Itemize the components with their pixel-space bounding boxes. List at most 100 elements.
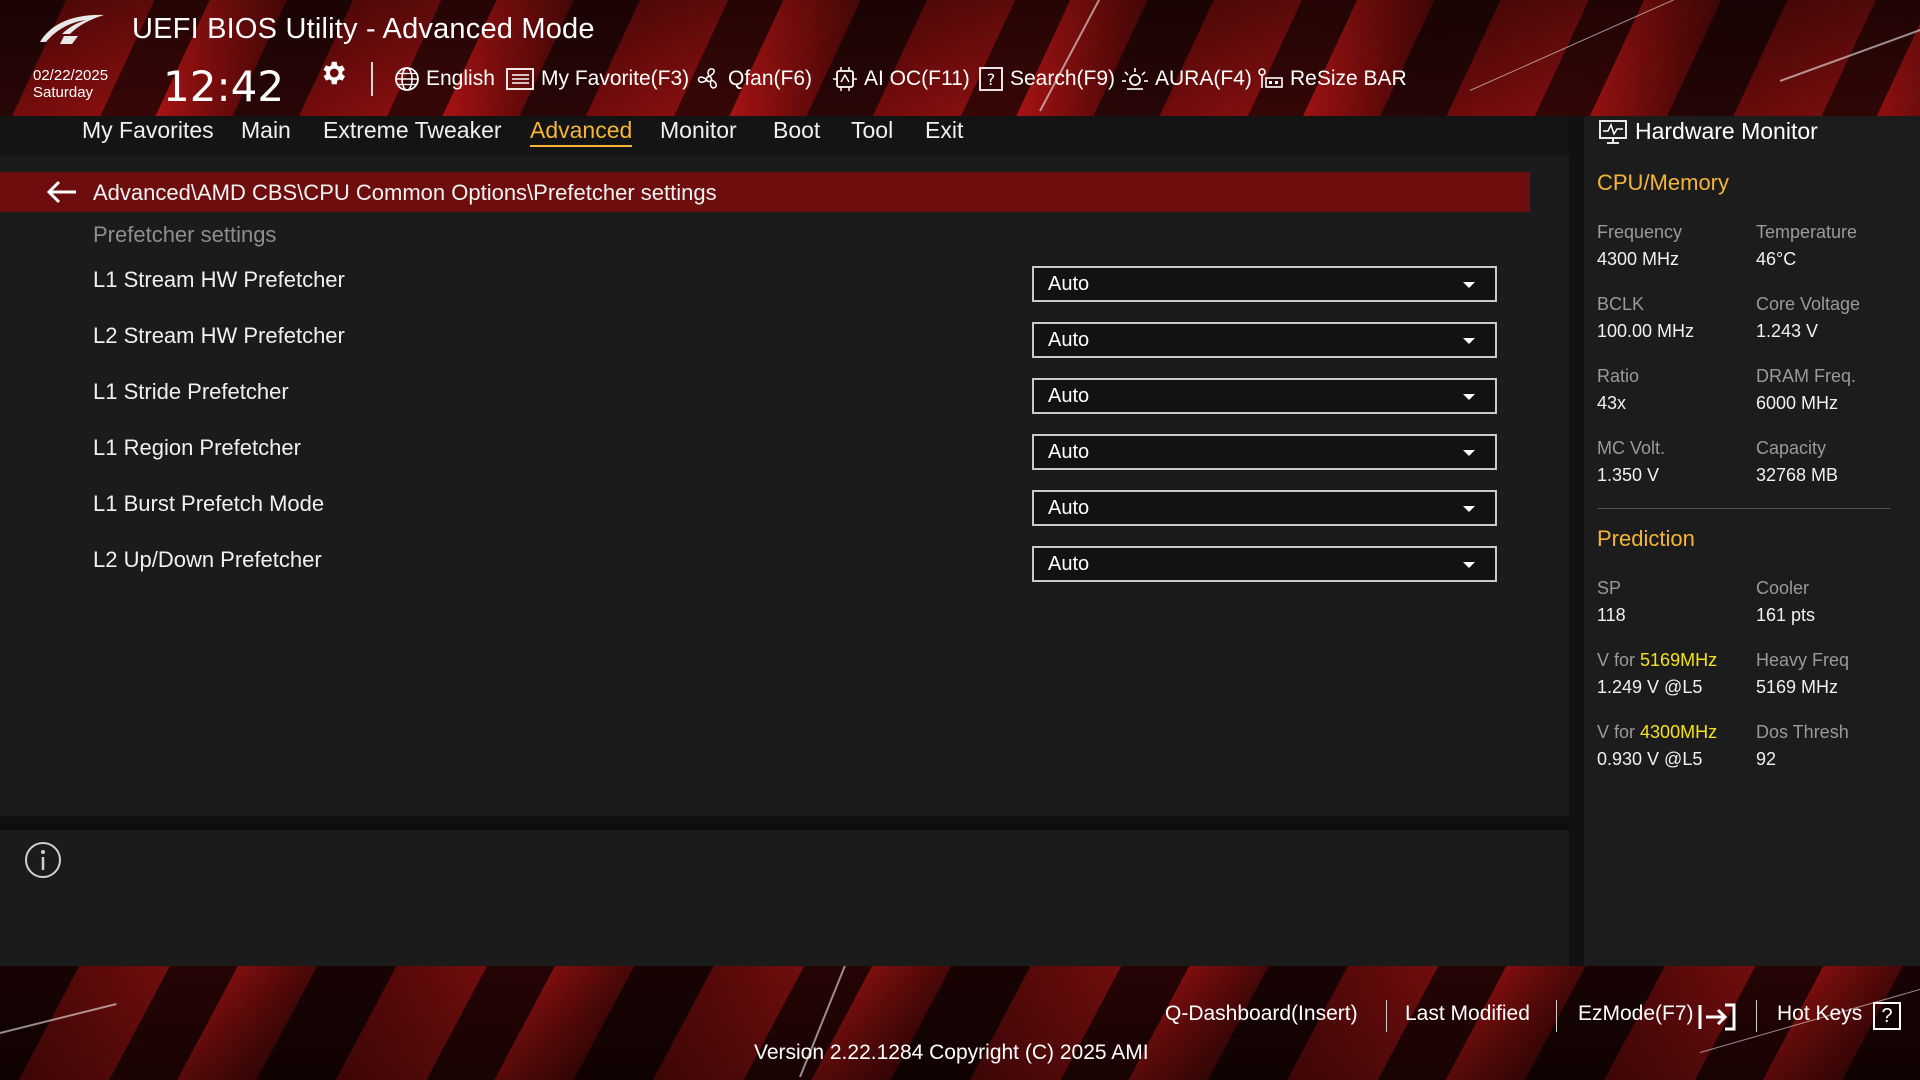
aura-light-icon (1122, 68, 1148, 90)
ratio-label: Ratio (1597, 366, 1640, 386)
tab-my-favorites[interactable]: My Favorites (82, 117, 214, 144)
v-for-freq-2: 4300MHz (1640, 722, 1718, 742)
cooler-value: 161 pts (1756, 605, 1816, 625)
option-label-l2-stream-hw[interactable]: L2 Stream HW Prefetcher (93, 323, 345, 349)
option-label-l2-updown[interactable]: L2 Up/Down Prefetcher (93, 547, 322, 573)
dram-freq-label: DRAM Freq. (1756, 366, 1857, 386)
dropdown-l1-region[interactable]: Auto (1032, 434, 1497, 470)
v-for-value-2: 0.930 V @L5 (1597, 749, 1703, 769)
dropdown-l1-burst[interactable]: Auto (1032, 490, 1497, 526)
caret-down-icon (1463, 338, 1475, 344)
caret-down-icon (1463, 562, 1475, 568)
ai-chip-icon (833, 67, 857, 91)
last-modified-button[interactable]: Last Modified (1405, 1002, 1530, 1026)
dropdown-l1-stream-hw[interactable]: Auto (1032, 266, 1497, 302)
exit-to-ezmode-icon[interactable] (1697, 1002, 1737, 1032)
qfan-button[interactable]: Qfan(F6) (696, 62, 812, 96)
option-label-l1-region[interactable]: L1 Region Prefetcher (93, 435, 301, 461)
capacity-label: Capacity (1756, 438, 1827, 458)
v-for-text: V for (1597, 722, 1636, 742)
language-button[interactable]: English (394, 62, 495, 96)
cooler-label: Cooler (1756, 578, 1810, 598)
dropdown-value: Auto (1048, 273, 1090, 295)
ezmode-button[interactable]: EzMode(F7) (1578, 1002, 1694, 1026)
tab-monitor[interactable]: Monitor (660, 117, 737, 144)
clock-display[interactable]: 12:42 (163, 62, 284, 111)
footer-divider (1556, 1000, 1557, 1032)
resize-bar-button[interactable]: ReSize BAR (1256, 62, 1407, 96)
svg-text:?: ? (987, 70, 996, 89)
dos-thresh-label: Dos Thresh (1756, 722, 1849, 742)
mc-volt-label: MC Volt. (1597, 438, 1666, 458)
caret-down-icon (1463, 394, 1475, 400)
toolbar-divider (371, 62, 373, 96)
frequency-label: Frequency (1597, 222, 1683, 242)
tab-boot[interactable]: Boot (773, 117, 820, 144)
dropdown-l2-updown[interactable]: Auto (1032, 546, 1497, 582)
cpu-memory-heading: CPU/Memory (1597, 170, 1730, 195)
sp-label: SP (1597, 578, 1622, 598)
app-title: UEFI BIOS Utility - Advanced Mode (132, 13, 595, 45)
option-label-l1-stride[interactable]: L1 Stride Prefetcher (93, 379, 289, 405)
rog-logo-icon (40, 14, 104, 44)
temperature-label: Temperature (1756, 222, 1858, 242)
info-icon (25, 842, 61, 878)
v-for-label-2: V for 4300MHz (1597, 722, 1717, 743)
sp-value: 118 (1597, 605, 1626, 625)
capacity-value: 32768 MB (1756, 465, 1839, 485)
v-for-freq-1: 5169MHz (1640, 650, 1718, 670)
caret-down-icon (1463, 506, 1475, 512)
tab-tool[interactable]: Tool (851, 117, 893, 144)
dram-freq-value: 6000 MHz (1756, 393, 1839, 413)
dropdown-l2-stream-hw[interactable]: Auto (1032, 322, 1497, 358)
date-display: 02/22/2025 Saturday (33, 67, 108, 101)
tab-main[interactable]: Main (241, 117, 291, 144)
footer-divider (1756, 1000, 1757, 1032)
q-dashboard-button[interactable]: Q-Dashboard(Insert) (1165, 1002, 1358, 1026)
ai-oc-label: AI OC(F11) (864, 67, 970, 90)
section-heading: Prefetcher settings (93, 222, 277, 247)
core-voltage-label: Core Voltage (1756, 294, 1861, 314)
date-text: 02/22/2025 (33, 67, 109, 84)
v-for-value-1: 1.249 V @L5 (1597, 677, 1703, 697)
temperature-value: 46°C (1756, 249, 1797, 269)
breadcrumb: Advanced\AMD CBS\CPU Common Options\Pref… (93, 180, 717, 205)
globe-icon (395, 67, 419, 91)
tab-exit[interactable]: Exit (925, 117, 963, 144)
dropdown-value: Auto (1048, 441, 1090, 463)
my-favorite-button[interactable]: My Favorite(F3) (505, 62, 689, 96)
favorite-list-icon (506, 68, 534, 90)
dropdown-value: Auto (1048, 497, 1090, 519)
gear-icon[interactable] (318, 58, 348, 88)
tab-advanced[interactable]: Advanced (530, 117, 633, 147)
hot-keys-help-icon[interactable]: ? (1873, 1002, 1901, 1030)
resize-bar-icon (1258, 68, 1283, 88)
ai-oc-button[interactable]: AI OC(F11) (832, 62, 970, 96)
v-for-text: V for (1597, 650, 1636, 670)
mc-volt-value: 1.350 V (1597, 465, 1660, 485)
dropdown-value: Auto (1048, 385, 1090, 407)
search-label: Search(F9) (1010, 67, 1116, 90)
help-panel (0, 824, 1569, 966)
dropdown-l1-stride[interactable]: Auto (1032, 378, 1497, 414)
core-voltage-value: 1.243 V (1756, 321, 1819, 341)
option-label-l1-burst[interactable]: L1 Burst Prefetch Mode (93, 491, 324, 517)
option-label-l1-stream-hw[interactable]: L1 Stream HW Prefetcher (93, 267, 345, 293)
heavy-freq-value: 5169 MHz (1756, 677, 1839, 697)
language-label: English (426, 67, 495, 90)
monitor-icon (1599, 120, 1627, 144)
footer-divider (1386, 1000, 1387, 1032)
dropdown-value: Auto (1048, 553, 1090, 575)
caret-down-icon (1463, 282, 1475, 288)
prediction-heading: Prediction (1597, 526, 1695, 551)
my-favorite-label: My Favorite(F3) (541, 67, 690, 90)
hot-keys-button[interactable]: Hot Keys (1777, 1002, 1862, 1026)
search-button[interactable]: ? Search(F9) (978, 62, 1115, 96)
back-arrow-icon[interactable] (45, 179, 79, 205)
hw-divider (1598, 508, 1890, 509)
bclk-label: BCLK (1597, 294, 1645, 314)
tab-extreme-tweaker[interactable]: Extreme Tweaker (323, 117, 502, 144)
settings-panel (0, 156, 1569, 816)
resize-bar-label: ReSize BAR (1290, 67, 1407, 90)
aura-button[interactable]: AURA(F4) (1121, 62, 1252, 96)
